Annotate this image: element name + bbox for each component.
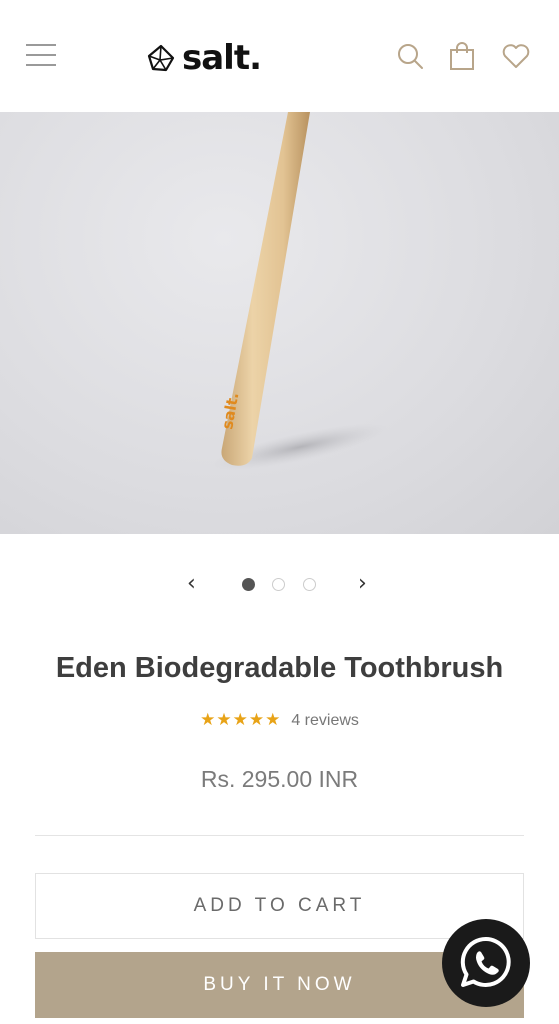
heart-icon[interactable]: [500, 40, 532, 72]
menu-icon[interactable]: [26, 44, 56, 70]
carousel-dot-1[interactable]: [242, 578, 255, 591]
brand-logo[interactable]: salt.: [146, 36, 262, 80]
divider: [35, 835, 524, 836]
toothbrush-image: salt.: [211, 112, 389, 471]
carousel-navigation: ‹ ›: [0, 568, 559, 600]
prev-slide-button[interactable]: ‹: [187, 570, 196, 598]
whatsapp-chat-button[interactable]: [442, 919, 530, 1007]
product-price: Rs. 295.00 INR: [200, 766, 359, 792]
product-title: Eden Biodegradable Toothbrush: [55, 652, 504, 684]
next-slide-button[interactable]: ›: [358, 570, 367, 598]
whatsapp-icon: [460, 936, 511, 987]
logo-text: salt.: [182, 38, 262, 78]
site-header: salt.: [0, 0, 559, 112]
reviews-link[interactable]: 4 reviews: [291, 712, 359, 729]
star-rating-icon: ★★★★★: [200, 710, 282, 729]
search-icon[interactable]: [394, 40, 426, 72]
logo-mark-icon: [147, 44, 175, 72]
product-image[interactable]: salt.: [0, 112, 559, 534]
shopping-bag-icon[interactable]: [446, 40, 478, 72]
carousel-dot-3[interactable]: [303, 578, 316, 591]
product-rating: ★★★★★ 4 reviews: [0, 710, 559, 730]
carousel-dot-2[interactable]: [272, 578, 285, 591]
